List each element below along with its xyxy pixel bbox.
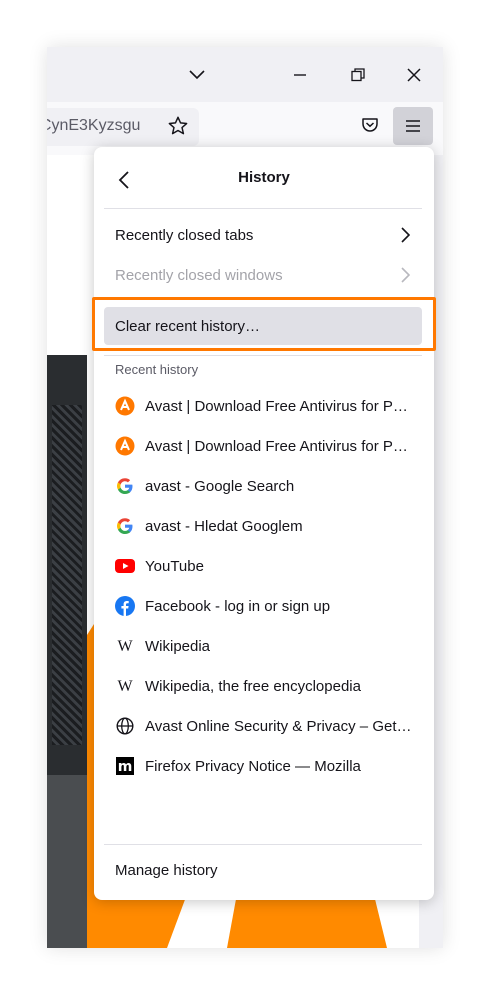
youtube-icon — [115, 556, 135, 576]
google-icon — [115, 476, 135, 496]
history-item[interactable]: avast - Google Search — [104, 467, 424, 505]
minimize-icon[interactable] — [285, 61, 315, 89]
panel-header: History — [94, 147, 434, 207]
history-item[interactable]: m Firefox Privacy Notice — Mozilla — [104, 747, 424, 785]
history-item[interactable]: Avast Online Security & Privacy – Get t… — [104, 707, 424, 745]
recent-history-heading: Recent history — [115, 362, 199, 377]
recently-closed-windows-item[interactable]: Recently closed windows — [104, 257, 424, 293]
history-item[interactable]: avast - Hledat Googlem — [104, 507, 424, 545]
manage-history-button[interactable]: Manage history — [104, 852, 424, 888]
svg-text:m: m — [118, 759, 133, 775]
history-item-title: Avast | Download Free Antivirus for PC… — [145, 437, 415, 455]
avast-icon — [115, 396, 135, 416]
svg-text:W: W — [117, 678, 133, 694]
url-text: hCynE3Kyzsgu — [47, 117, 141, 134]
history-item-title: Avast Online Security & Privacy – Get t… — [145, 717, 415, 735]
history-item[interactable]: Avast | Download Free Antivirus for PC… — [104, 427, 424, 465]
mozilla-icon: m — [115, 756, 135, 776]
hamburger-menu-icon[interactable] — [393, 107, 433, 145]
history-item[interactable]: W Wikipedia, the free encyclopedia — [104, 667, 424, 705]
title-bar — [47, 47, 443, 102]
highlight-box — [92, 297, 436, 351]
recently-closed-tabs-label: Recently closed tabs — [115, 226, 254, 244]
close-icon[interactable] — [399, 61, 429, 89]
url-bar[interactable]: hCynE3Kyzsgu — [47, 108, 199, 146]
history-item-title: Facebook - log in or sign up — [145, 597, 331, 615]
history-item[interactable]: W Wikipedia — [104, 627, 424, 665]
history-item-title: YouTube — [145, 557, 204, 575]
divider — [104, 208, 422, 209]
history-item-title: Wikipedia, the free encyclopedia — [145, 677, 361, 695]
wikipedia-icon: W — [115, 676, 135, 696]
history-item[interactable]: Facebook - log in or sign up — [104, 587, 424, 625]
panel-title: History — [238, 169, 290, 186]
history-item[interactable]: YouTube — [104, 547, 424, 585]
facebook-icon — [115, 596, 135, 616]
history-item-title: Avast | Download Free Antivirus for PC… — [145, 397, 415, 415]
chevron-down-icon[interactable] — [182, 61, 212, 89]
divider — [104, 355, 422, 356]
star-icon[interactable] — [167, 115, 189, 142]
pocket-icon[interactable] — [355, 110, 385, 140]
recently-closed-windows-label: Recently closed windows — [115, 266, 283, 284]
chevron-right-icon — [400, 227, 411, 247]
history-item-title: Firefox Privacy Notice — Mozilla — [145, 757, 361, 775]
globe-icon — [115, 716, 135, 736]
recently-closed-tabs-item[interactable]: Recently closed tabs — [104, 217, 424, 253]
history-item-title: avast - Hledat Googlem — [145, 517, 303, 535]
restore-icon[interactable] — [343, 61, 373, 89]
google-icon — [115, 516, 135, 536]
wikipedia-icon: W — [115, 636, 135, 656]
svg-text:W: W — [117, 638, 133, 654]
history-item-title: Wikipedia — [145, 637, 211, 655]
history-item[interactable]: Avast | Download Free Antivirus for PC… — [104, 387, 424, 425]
history-item-title: avast - Google Search — [145, 477, 295, 495]
divider — [104, 844, 422, 845]
history-panel: History Recently closed tabs Recently cl… — [92, 147, 436, 900]
chevron-right-icon — [400, 267, 411, 287]
manage-history-label: Manage history — [115, 861, 218, 879]
avast-icon — [115, 436, 135, 456]
